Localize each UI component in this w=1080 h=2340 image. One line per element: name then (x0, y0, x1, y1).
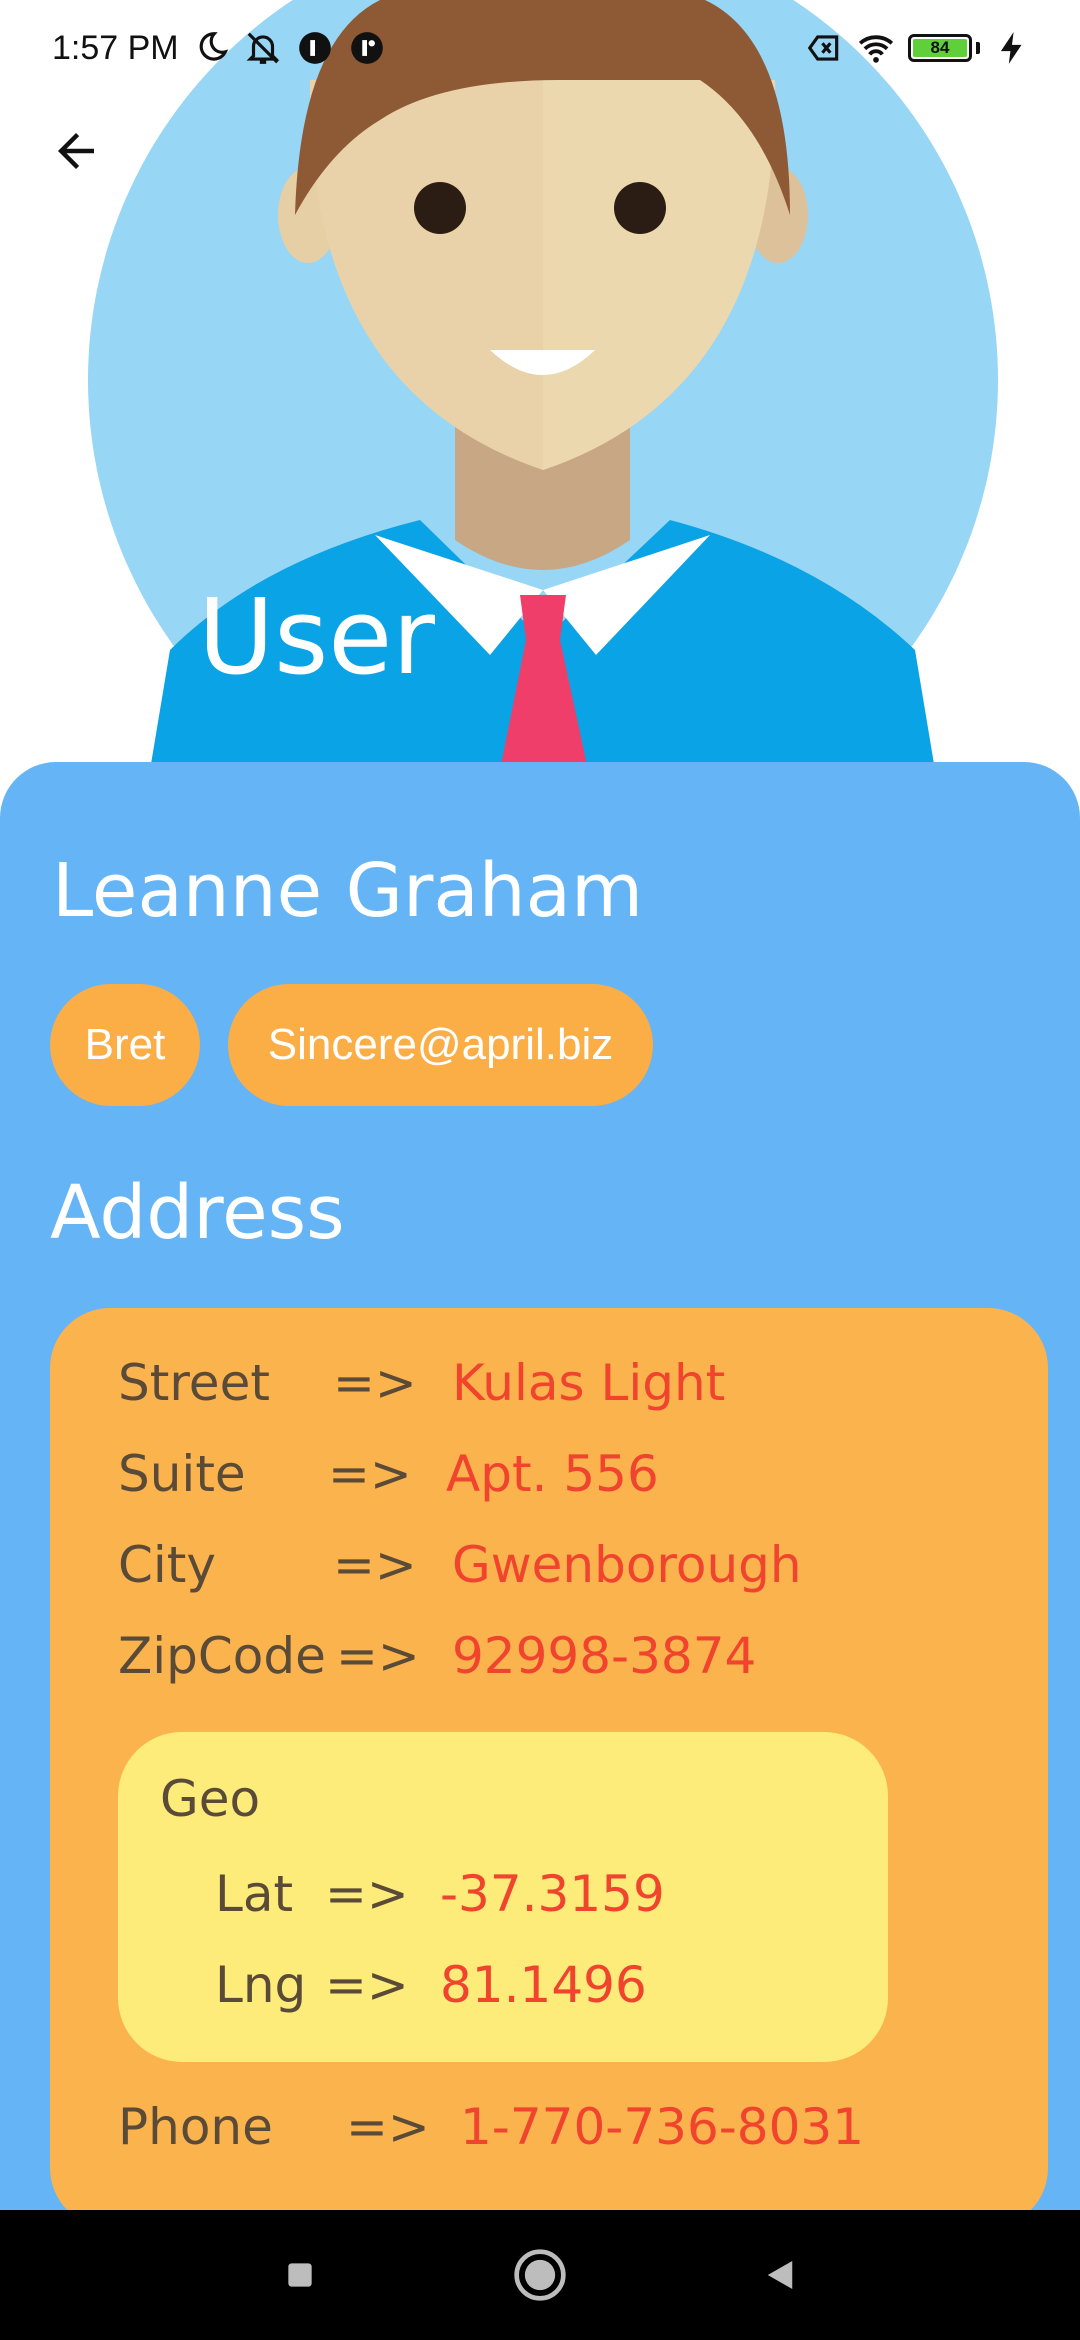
phone-label: Phone (118, 2098, 273, 2156)
app-icon (347, 28, 387, 68)
recent-apps-icon (288, 2263, 312, 2287)
system-nav-bar (0, 2210, 1080, 2340)
user-avatar-illustration (88, 0, 998, 770)
status-time: 1:57 PM (52, 28, 179, 67)
back-triangle-icon (767, 2261, 793, 2289)
arrow-label: => (328, 1445, 412, 1503)
suite-label: Suite (118, 1445, 246, 1503)
user-name: Leanne Graham (52, 848, 644, 934)
no-sim-icon (804, 28, 844, 68)
arrow-label: => (346, 2098, 430, 2156)
app-icon (295, 28, 335, 68)
back-button[interactable] (40, 115, 112, 187)
page-title: User (198, 576, 436, 698)
arrow-label: => (336, 1627, 420, 1685)
zipcode-label: ZipCode (118, 1627, 326, 1685)
status-bar: 1:57 PM 84 (0, 0, 1080, 96)
arrow-label: => (333, 1536, 417, 1594)
moon-icon (191, 28, 231, 68)
system-back-button[interactable] (740, 2235, 820, 2315)
geo-title: Geo (160, 1770, 261, 1828)
street-value: Kulas Light (452, 1354, 726, 1412)
city-value: Gwenborough (452, 1536, 802, 1594)
charging-icon (992, 28, 1032, 68)
bell-muted-icon (243, 28, 283, 68)
street-label: Street (118, 1354, 270, 1412)
lat-label: Lat (215, 1865, 294, 1923)
lat-value: -37.3159 (440, 1865, 665, 1923)
zipcode-value: 92998-3874 (452, 1627, 757, 1685)
phone-value[interactable]: 1-770-736-8031 (460, 2098, 864, 2156)
battery-icon: 84 (908, 34, 980, 62)
city-label: City (118, 1536, 216, 1594)
wifi-icon (856, 28, 896, 68)
arrow-label: => (333, 1354, 417, 1412)
home-icon (514, 2249, 566, 2301)
lng-value: 81.1496 (440, 1956, 647, 2014)
email-chip[interactable]: Sincere@april.biz (228, 984, 653, 1106)
address-section-title: Address (50, 1170, 345, 1256)
home-button[interactable] (500, 2235, 580, 2315)
arrow-label: => (325, 1956, 409, 2014)
recent-apps-button[interactable] (260, 2235, 340, 2315)
battery-level: 84 (913, 38, 967, 57)
lng-label: Lng (215, 1956, 307, 2014)
arrow-label: => (325, 1865, 409, 1923)
username-chip[interactable]: Bret (50, 984, 200, 1106)
header: User (0, 0, 1080, 770)
suite-value: Apt. 556 (446, 1445, 659, 1503)
arrow-back-icon (58, 133, 94, 169)
user-detail-screen: User 1:57 PM 84 Leanne Graham Bret Since… (0, 0, 1080, 2340)
